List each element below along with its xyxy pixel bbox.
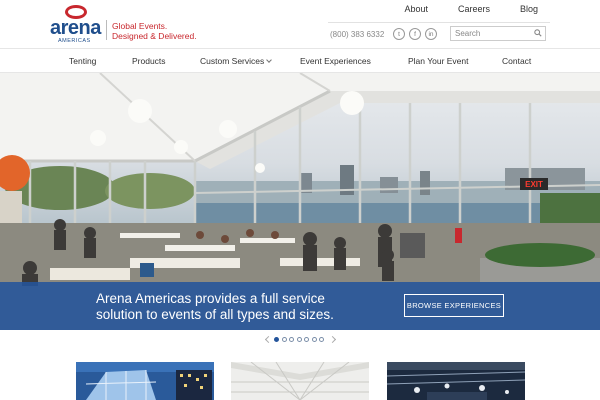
nav-item-custom-services[interactable]: Custom Services [200,56,273,66]
chevron-left-icon[interactable] [264,335,273,344]
search-input[interactable] [450,26,546,41]
slider-dot[interactable] [304,337,309,342]
nav-item-plan-your-event[interactable]: Plan Your Event [408,56,469,66]
nav-label: Event Experiences [300,56,371,66]
phone-number[interactable]: (800) 383 6332 [330,30,384,39]
main-nav: Tenting Products Custom Services Event E… [0,48,600,73]
logo-divider [106,20,107,40]
slider-dot[interactable] [289,337,294,342]
thumbnail-event-hall-interior[interactable] [387,362,525,400]
chevron-right-icon[interactable] [328,335,337,344]
slider-dot[interactable] [311,337,317,342]
top-link-about[interactable]: About [404,4,428,14]
exit-sign: EXIT [525,180,543,189]
thumbnail-image [231,362,369,400]
tagline: Global Events. Designed & Delivered. [112,21,197,41]
linkedin-icon[interactable]: in [425,28,437,40]
social-links: t f in [393,28,441,40]
hero-headline: Arena Americas provides a full service s… [96,291,334,323]
nav-label: Tenting [69,56,97,66]
browse-experiences-button[interactable]: BROWSE EXPERIENCES [404,294,504,317]
search-icon[interactable] [534,29,542,37]
slider-dot[interactable] [319,337,324,342]
hero-slider: EXIT Arena Americas provides a full serv… [0,73,600,330]
thumbnail-glass-structure-night[interactable] [76,362,214,400]
nav-item-event-experiences[interactable]: Event Experiences [300,56,371,66]
tagline-line-2: Designed & Delivered. [112,31,197,41]
slider-dot[interactable] [281,337,287,342]
arena-logo[interactable]: arena AMERICAS [50,5,102,44]
site-header: arena AMERICAS Global Events. Designed &… [0,0,600,48]
nav-label: Plan Your Event [408,56,469,66]
slider-dot[interactable] [296,337,302,342]
logo-subtitle: AMERICAS [58,38,91,44]
nav-label: Products [132,56,166,66]
utility-divider [328,22,550,23]
top-links: About Careers Blog [374,4,538,14]
logo-word: arena [50,17,101,39]
nav-item-products[interactable]: Products [132,56,166,66]
facebook-icon[interactable]: f [409,28,421,40]
hero-caption-band: Arena Americas provides a full service s… [0,282,600,330]
hero-headline-line-1: Arena Americas provides a full service [96,291,325,306]
thumbnail-image [76,362,214,400]
top-link-careers[interactable]: Careers [458,4,490,14]
thumbnail-tent-interior[interactable] [231,362,369,400]
slider-dot[interactable] [274,337,279,342]
thumbnail-image [387,362,525,400]
nav-item-tenting[interactable]: Tenting [69,56,96,66]
tagline-line-1: Global Events. [112,21,168,31]
nav-label: Contact [502,56,532,66]
hero-headline-line-2: solution to events of all types and size… [96,307,334,322]
chevron-down-icon [266,57,273,63]
top-link-blog[interactable]: Blog [520,4,538,14]
nav-label: Custom Services [200,56,265,66]
twitter-icon[interactable]: t [393,28,405,40]
nav-item-contact[interactable]: Contact [502,56,531,66]
slider-pagination [0,334,600,346]
